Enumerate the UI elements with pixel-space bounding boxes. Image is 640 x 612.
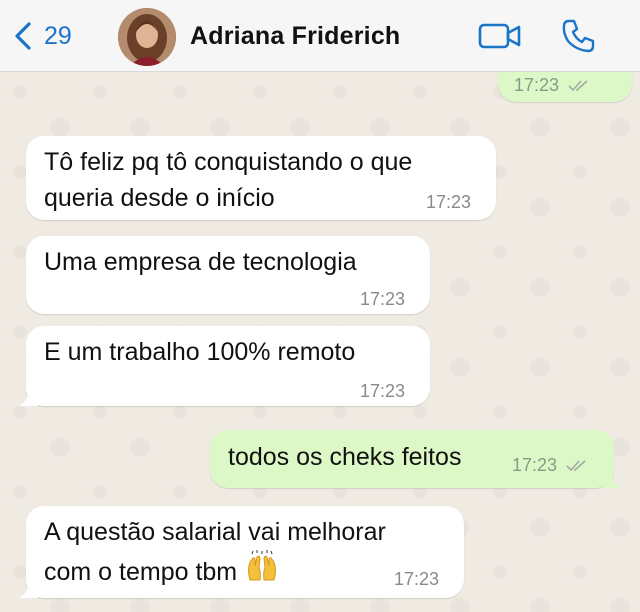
read-receipt-icon xyxy=(568,80,588,92)
video-call-icon xyxy=(478,23,521,49)
message-bubble-incoming[interactable]: A questão salarial vai melhorar com o te… xyxy=(18,506,464,598)
message-time: 17:23 xyxy=(426,192,472,212)
avatar[interactable] xyxy=(118,8,176,66)
message-time: 17:23 xyxy=(394,569,440,589)
message-bubble-outgoing[interactable]: 17:23 xyxy=(498,72,632,102)
back-button[interactable]: 29 xyxy=(12,18,72,54)
bubble-tail xyxy=(602,470,622,488)
message-time: 17:23 xyxy=(512,455,588,475)
raising-hands-emoji xyxy=(248,550,277,581)
message-bubble-incoming[interactable]: Uma empresa de tecnologia 17:23 xyxy=(26,236,430,314)
chat-header: 29 Adriana Friderich xyxy=(0,0,640,72)
read-receipt-icon xyxy=(566,460,586,472)
message-text: A questão salarial vai melhorar com o te… xyxy=(44,518,386,586)
message-text: todos os cheks feitos xyxy=(228,443,462,471)
chevron-left-icon xyxy=(15,22,31,50)
chat-area[interactable]: 17:23 Tô feliz pq tô conquistando o que … xyxy=(0,72,640,612)
bubble-tail xyxy=(18,388,38,406)
bubble-tail xyxy=(18,580,38,598)
message-bubble-outgoing[interactable]: todos os cheks feitos 17:23 xyxy=(210,430,622,488)
message-text: Tô feliz pq tô conquistando o que queria… xyxy=(44,148,413,212)
message-text: Uma empresa de tecnologia xyxy=(44,248,357,276)
message-time: 17:23 xyxy=(360,381,406,401)
unread-count: 29 xyxy=(44,21,72,50)
message-bubble-incoming[interactable]: Tô feliz pq tô conquistando o que queria… xyxy=(26,136,496,220)
message-text: E um trabalho 100% remoto xyxy=(44,338,356,366)
message-time: 17:23 xyxy=(360,289,406,309)
video-call-button[interactable] xyxy=(478,20,522,52)
phone-icon xyxy=(562,19,595,53)
message-bubble-incoming[interactable]: E um trabalho 100% remoto 17:23 xyxy=(18,326,430,406)
avatar-photo xyxy=(118,8,176,66)
message-time: 17:23 xyxy=(514,75,590,95)
voice-call-button[interactable] xyxy=(560,18,596,54)
contact-name[interactable]: Adriana Friderich xyxy=(190,22,400,51)
